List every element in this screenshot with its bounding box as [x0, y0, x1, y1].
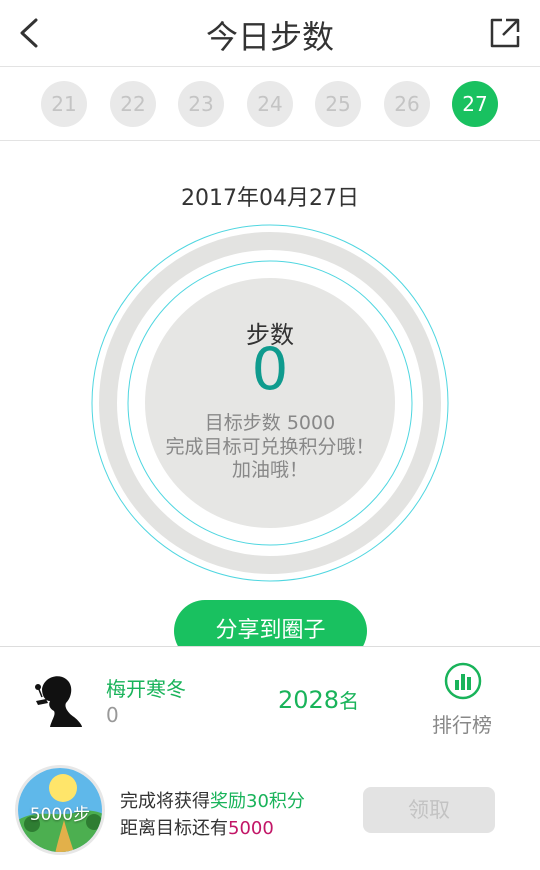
tip-text-2: 加油哦！: [231, 459, 308, 481]
rank-suffix: 名: [339, 689, 360, 713]
leaderboard-icon[interactable]: [444, 662, 482, 700]
reward-info-prefix: 完成将获得: [120, 791, 210, 812]
badge-text: 5000步: [29, 805, 91, 825]
page-title: 今日步数: [205, 18, 334, 56]
leaderboard-label[interactable]: 排行榜: [432, 709, 492, 738]
day-button-23[interactable]: 23: [178, 81, 224, 127]
day-button-25[interactable]: 25: [315, 81, 361, 127]
day-button-26[interactable]: 26: [384, 81, 430, 127]
day-button-22[interactable]: 22: [110, 81, 156, 127]
remaining-info: 距离目标还有5000: [120, 814, 274, 840]
claim-button[interactable]: 领取: [363, 787, 495, 833]
reward-info: 完成将获得奖励30积分: [120, 787, 305, 813]
remaining-prefix: 距离目标还有: [120, 818, 228, 839]
user-name: 梅开寒冬: [106, 677, 186, 701]
ring-graphic: [91, 224, 449, 582]
user-rank: 2028名: [278, 685, 359, 714]
day-selector: 21 22 23 24 25 26 27: [0, 67, 540, 141]
header-bar: 今日步数: [0, 0, 540, 67]
remaining-steps: 5000: [228, 818, 274, 839]
steps-value: 0: [251, 335, 289, 403]
reward-badge: 5000步: [15, 765, 105, 855]
reward-points: 奖励30积分: [210, 791, 305, 812]
day-button-24[interactable]: 24: [247, 81, 293, 127]
user-steps: 0: [106, 703, 119, 727]
external-share-icon[interactable]: [486, 14, 524, 52]
step-progress-ring: 步数 0 目标步数 5000 完成目标可兑换积分哦！ 加油哦！: [90, 223, 450, 583]
day-button-27[interactable]: 27: [452, 81, 498, 127]
rank-number: 2028: [278, 686, 340, 714]
reward-section: 5000步 完成将获得奖励30积分 距离目标还有5000 领取: [0, 750, 540, 870]
avatar[interactable]: [32, 669, 90, 727]
current-date: 2017年04月27日: [181, 186, 359, 211]
day-button-21[interactable]: 21: [41, 81, 87, 127]
goal-text: 目标步数 5000: [204, 412, 336, 434]
rank-bar: 梅开寒冬 0 2028名 排行榜: [0, 646, 540, 751]
